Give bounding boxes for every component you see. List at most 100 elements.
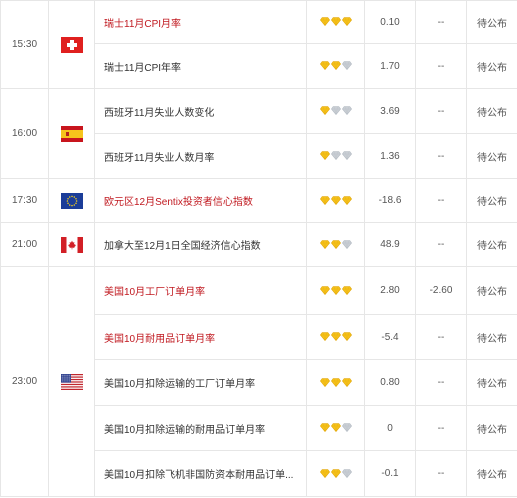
spain-flag-icon [60,125,83,142]
importance-star-icon [330,423,341,433]
event-name[interactable]: 加拿大至12月1日全国经济信心指数 [94,222,307,267]
importance-star-icon [341,378,352,387]
importance-rating [306,222,365,267]
importance-rating [306,43,365,89]
event-row[interactable]: 23:00 美国10月工厂订单月率 2.80 -2.60 待公布 [0,266,517,497]
previous-value: -18.6 [364,178,416,223]
importance-star-empty-icon [330,106,341,116]
importance-star-icon [319,151,330,161]
forecast-value: -- [415,43,467,89]
event-time: 21:00 [0,222,49,267]
importance-star-icon [319,106,330,116]
event-name[interactable]: 美国10月扣除运输的工厂订单月率 [94,359,307,406]
importance-star-icon [319,469,330,478]
importance-star-icon [319,240,330,249]
event-name[interactable]: 美国10月扣除运输的耐用品订单月率 [94,405,307,451]
importance-star-empty-icon [341,61,352,71]
previous-value: 0.10 [364,0,416,44]
event-name[interactable]: 美国10月耐用品订单月率 [94,314,307,360]
importance-star-icon [319,61,330,71]
actual-value: 待公布 [466,314,517,360]
importance-rating [306,450,365,497]
eurozone-flag-icon [60,192,83,209]
previous-value: 3.69 [364,88,416,134]
importance-star-icon [330,17,341,27]
previous-value: 1.36 [364,133,416,179]
event-time: 15:30 [0,0,49,89]
actual-value: 待公布 [466,222,517,267]
importance-star-icon [319,423,330,433]
forecast-value: -- [415,405,467,451]
actual-value: 待公布 [466,450,517,497]
previous-value: 2.80 [364,266,416,315]
forecast-value: -2.60 [415,266,467,315]
importance-star-icon [319,286,330,295]
importance-star-icon [330,196,341,205]
previous-value: -0.1 [364,450,416,497]
importance-rating [306,133,365,179]
previous-value: 48.9 [364,222,416,267]
event-name[interactable]: 瑞士11月CPI年率 [94,43,307,89]
previous-value: 1.70 [364,43,416,89]
event-time: 17:30 [0,178,49,223]
importance-rating [306,359,365,406]
event-name[interactable]: 瑞士11月CPI月率 [94,0,307,44]
importance-rating [306,405,365,451]
actual-value: 待公布 [466,178,517,223]
actual-value: 待公布 [466,266,517,315]
importance-star-icon [341,332,352,342]
importance-rating [306,88,365,134]
importance-star-icon [341,286,352,295]
event-row[interactable]: 21:00 加拿大至12月1日全国经济信心指数 48.9 -- 待公布 [0,222,517,267]
importance-rating [306,266,365,315]
event-name[interactable]: 美国10月工厂订单月率 [94,266,307,315]
country-flag-cell [48,178,95,223]
actual-value: 待公布 [466,405,517,451]
event-name[interactable]: 欧元区12月Sentix投资者信心指数 [94,178,307,223]
forecast-value: -- [415,450,467,497]
importance-rating [306,178,365,223]
forecast-value: -- [415,178,467,223]
event-name[interactable]: 西班牙11月失业人数变化 [94,88,307,134]
forecast-value: -- [415,0,467,44]
importance-star-icon [330,240,341,249]
calendar-body: 15:30 瑞士11月CPI月率 0.10 -- 待公布 瑞士11月CPI年率 1.70 --… [0,0,517,497]
forecast-value: -- [415,222,467,267]
importance-star-icon [319,378,330,387]
importance-star-empty-icon [341,106,352,116]
country-flag-cell [48,0,95,89]
usa-flag-icon [60,373,83,390]
country-flag-cell [48,88,95,179]
importance-star-icon [330,286,341,295]
importance-star-icon [319,332,330,342]
importance-star-icon [330,61,341,71]
actual-value: 待公布 [466,0,517,44]
actual-value: 待公布 [466,43,517,89]
event-time: 16:00 [0,88,49,179]
importance-star-icon [330,378,341,387]
forecast-value: -- [415,314,467,360]
event-time: 23:00 [0,266,49,497]
event-row[interactable]: 15:30 瑞士11月CPI月率 0.10 -- 待公布 [0,0,517,89]
event-row[interactable]: 16:00 西班牙11月失业人数变化 3.69 -- 待公布 [0,88,517,179]
event-row[interactable]: 17:30 欧元区12月Sentix投资者信心指数 -18.6 -- 待公布 [0,178,517,223]
canada-flag-icon [60,236,83,253]
economic-calendar-table: 15:30 瑞士11月CPI月率 0.10 -- 待公布 瑞士11月CPI年率 1.70 --… [0,0,517,497]
importance-star-empty-icon [341,151,352,161]
actual-value: 待公布 [466,359,517,406]
importance-star-empty-icon [341,240,352,249]
event-name[interactable]: 美国10月扣除飞机非国防资本耐用品订单... [94,450,307,497]
switzerland-flag-icon [60,36,83,53]
event-name[interactable]: 西班牙11月失业人数月率 [94,133,307,179]
forecast-value: -- [415,359,467,406]
importance-star-icon [341,196,352,205]
importance-star-empty-icon [341,423,352,433]
country-flag-cell [48,266,95,497]
importance-rating [306,0,365,44]
importance-star-icon [319,196,330,205]
importance-star-icon [341,17,352,27]
previous-value: -5.4 [364,314,416,360]
importance-star-empty-icon [330,151,341,161]
importance-star-empty-icon [341,469,352,478]
importance-rating [306,314,365,360]
